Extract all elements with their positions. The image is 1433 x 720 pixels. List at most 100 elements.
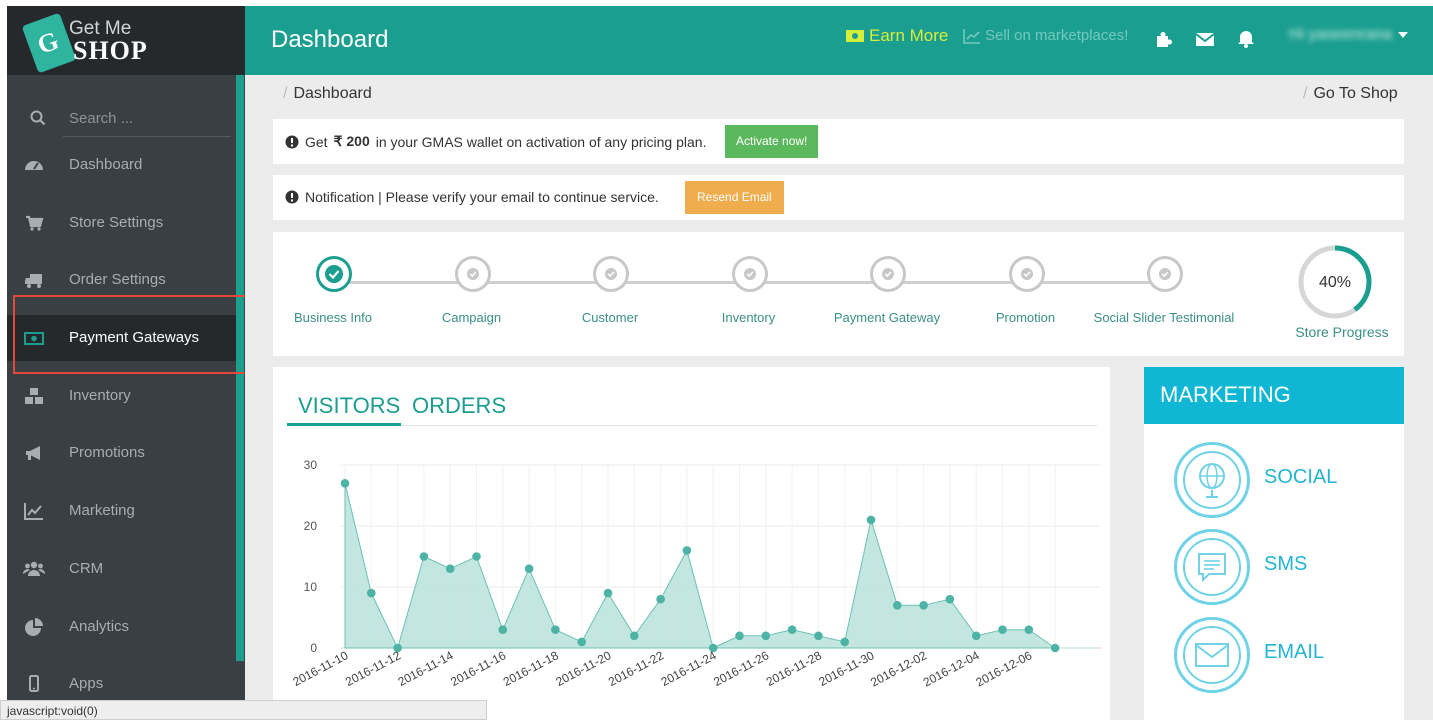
step-label: Promotion	[995, 310, 1056, 325]
x-tick-label: 2016-11-12	[343, 648, 403, 689]
data-point	[814, 631, 823, 641]
sidebar-item-dashboard[interactable]: Dashboard	[7, 142, 237, 188]
sidebar-item-label: Marketing	[69, 502, 135, 519]
megaphone-icon	[26, 446, 40, 460]
x-tick-label: 2016-11-20	[553, 648, 613, 689]
data-point	[998, 625, 1007, 634]
promo-text: Get ₹ 200 in your GMAS wallet on activat…	[285, 133, 706, 150]
sidebar-item-label: CRM	[69, 560, 104, 577]
step-payment-gateway[interactable]: Payment Gateway	[812, 256, 962, 336]
breadcrumb: / Dashboard	[283, 85, 372, 102]
step-customer[interactable]: Customer	[535, 256, 685, 336]
step-promotion[interactable]: Promotion	[951, 256, 1101, 336]
sidebar-item-store-settings[interactable]: Store Settings	[7, 200, 237, 246]
step-label: Campaign	[441, 310, 502, 325]
email-icon	[1195, 643, 1229, 667]
user-menu[interactable]: Hi yaseenrana	[1289, 26, 1409, 44]
sidebar-item-label: Apps	[69, 675, 104, 692]
marketing-panel: MARKETING SOCIAL SMS EMAIL	[1144, 367, 1404, 720]
money-icon	[24, 332, 44, 345]
sidebar-item-label: Dashboard	[69, 156, 143, 173]
data-point	[1024, 625, 1034, 634]
data-point	[945, 594, 955, 604]
page-title: Dashboard	[271, 26, 389, 53]
marketing-title: MARKETING	[1144, 367, 1404, 424]
sidebar-accent-strip	[236, 75, 244, 661]
line-chart-icon	[24, 503, 43, 520]
x-tick-label: 2016-12-04	[921, 648, 982, 689]
marketing-email[interactable]: EMAIL	[1174, 617, 1394, 697]
sms-icon	[1198, 553, 1226, 583]
x-tick-label: 2016-11-30	[816, 648, 876, 689]
truck-icon	[25, 274, 42, 288]
info-circle-icon	[285, 135, 299, 148]
sidebar-item-order-settings[interactable]: Order Settings	[7, 257, 237, 303]
step-label: Customer	[581, 310, 639, 325]
sidebar-item-inventory[interactable]: Inventory	[7, 373, 237, 419]
x-tick-label: 2016-12-02	[868, 648, 929, 689]
bell-icon[interactable]	[1235, 28, 1257, 50]
data-point	[919, 601, 928, 610]
data-point	[524, 564, 534, 573]
step-social-slider-testimonial[interactable]: Social Slider Testimonial	[1089, 256, 1239, 336]
logo[interactable]: Get Me SHOP	[7, 6, 245, 75]
sidebar-item-crm[interactable]: CRM	[7, 546, 237, 592]
y-tick-label: 30	[304, 458, 318, 472]
promo-text-before: Get	[305, 133, 328, 150]
earn-more-link[interactable]: Earn More	[845, 26, 948, 46]
step-pending-icon	[1008, 256, 1045, 292]
search-input[interactable]	[63, 100, 231, 137]
promo-banner: Get ₹ 200 in your GMAS wallet on activat…	[273, 119, 1404, 164]
step-pending-icon	[870, 256, 906, 292]
sell-marketplaces-link[interactable]: Sell on marketplaces!	[963, 27, 1128, 44]
puzzle-icon[interactable]	[1153, 28, 1175, 50]
data-point	[840, 637, 849, 647]
earn-more-label: Earn More	[869, 26, 949, 45]
data-point	[367, 588, 376, 598]
sidebar-item-analytics[interactable]: Analytics	[7, 604, 237, 650]
envelope-icon[interactable]	[1194, 28, 1216, 50]
pie-chart-icon	[25, 618, 43, 636]
users-icon	[23, 561, 45, 576]
main-content: / Dashboard / Go To Shop Get ₹ 200 in your…	[245, 75, 1433, 720]
go-to-shop-link[interactable]: / Go To Shop	[1303, 85, 1398, 103]
sidebar-item-label: Promotions	[69, 444, 145, 461]
activate-now-button[interactable]: Activate now!	[725, 125, 819, 158]
data-point	[445, 564, 455, 573]
sidebar: Get Me SHOP Dashboard Store Settings Ord…	[7, 6, 245, 720]
y-tick-label: 0	[310, 641, 317, 655]
dashboard-icon	[25, 161, 43, 170]
x-tick-label: 2016-12-06	[973, 648, 1034, 689]
data-point	[551, 625, 560, 634]
mobile-icon	[29, 675, 39, 692]
sidebar-item-label: Payment Gateways	[69, 329, 200, 346]
step-business-info[interactable]: Business Info	[258, 256, 408, 336]
caret-down-icon	[1398, 32, 1409, 38]
step-campaign[interactable]: Campaign	[397, 256, 547, 336]
marketing-social[interactable]: SOCIAL	[1174, 442, 1394, 522]
marketing-sms[interactable]: SMS	[1174, 529, 1394, 609]
promo-amount: ₹ 200	[333, 133, 370, 149]
sell-marketplaces-label: Sell on marketplaces!	[985, 27, 1129, 44]
x-tick-label: 2016-11-26	[711, 648, 771, 689]
data-point	[866, 515, 876, 525]
data-point	[603, 588, 613, 598]
search-icon	[30, 110, 46, 126]
sidebar-item-promotions[interactable]: Promotions	[7, 430, 237, 476]
sidebar-item-payment-gateways[interactable]: Payment Gateways	[7, 315, 237, 361]
data-point	[1050, 643, 1060, 653]
sidebar-item-label: Store Settings	[69, 214, 164, 231]
sidebar-item-marketing[interactable]: Marketing	[7, 488, 237, 534]
data-point	[787, 625, 797, 634]
x-tick-label: 2016-11-24	[659, 648, 719, 689]
x-tick-label: 2016-11-10	[290, 648, 350, 689]
y-tick-label: 10	[304, 580, 318, 594]
notification-text: Notification | Please verify your email …	[285, 189, 659, 205]
data-point	[682, 546, 692, 555]
resend-email-button[interactable]: Resend Email	[685, 181, 784, 214]
data-point	[893, 601, 902, 610]
sidebar-item-label: Inventory	[69, 387, 131, 404]
sms-circle	[1174, 529, 1250, 605]
step-inventory[interactable]: Inventory	[674, 256, 824, 336]
step-label: Business Info	[293, 310, 373, 325]
